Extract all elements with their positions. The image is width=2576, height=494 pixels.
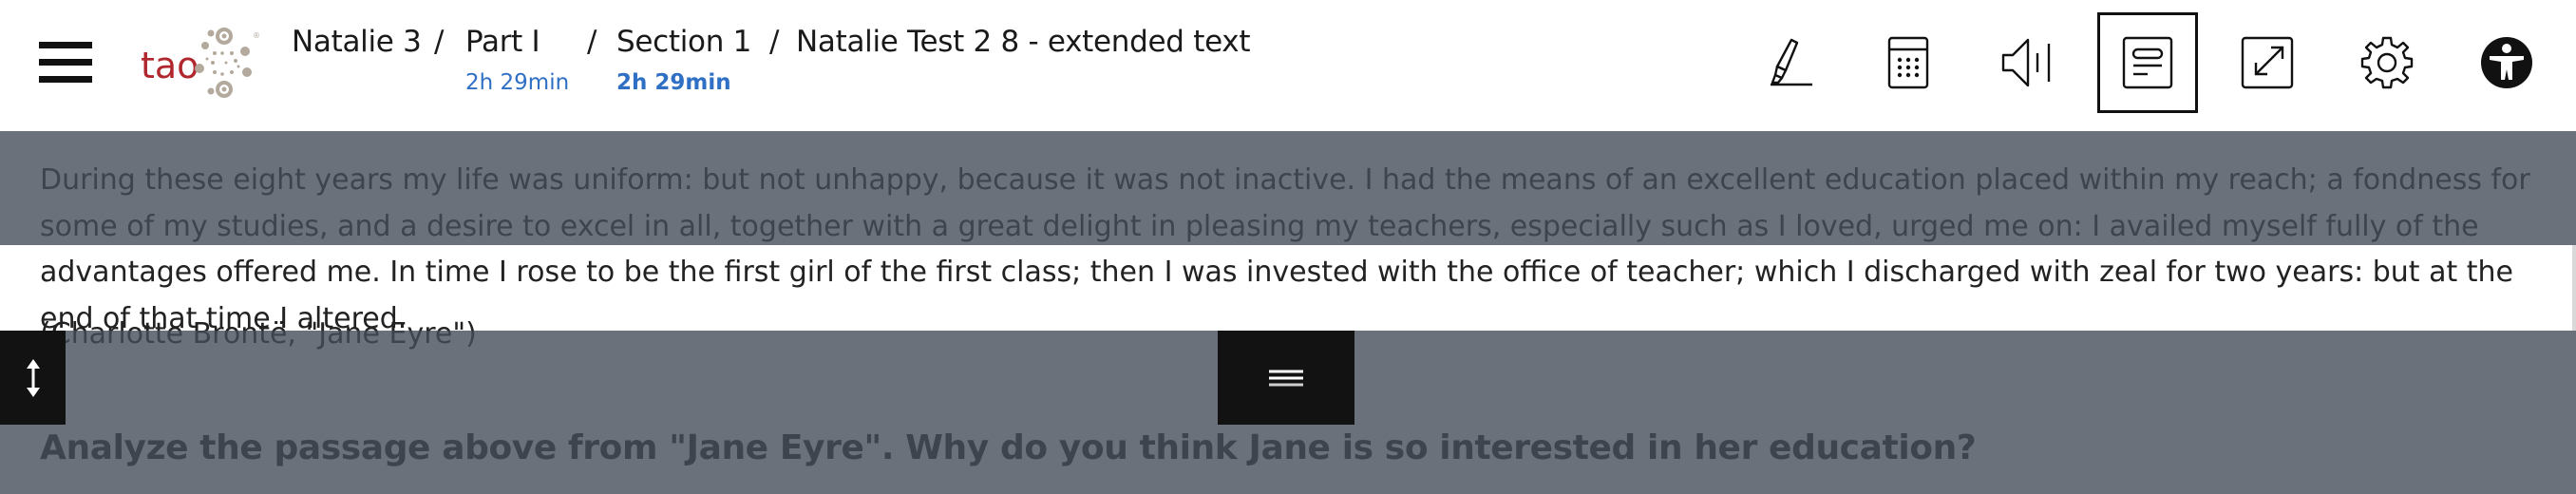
svg-text:®: ® [253,31,260,40]
accessibility-icon [2481,37,2532,88]
highlighter-button[interactable] [1741,12,1842,113]
vertical-resize-icon [26,358,40,397]
scrollbar-track[interactable] [2572,245,2576,331]
breadcrumb-part: Part I [465,25,540,59]
test-runner-header: tao ® Natalie 3 / Part I 2h 29min / Sect… [0,0,2576,131]
fullscreen-button[interactable] [2217,12,2318,113]
logo-text: tao [141,45,199,86]
speaker-icon [2001,38,2051,87]
calculator-button[interactable] [1858,12,1959,113]
line-reader-mask-top [0,131,2576,245]
gear-icon [2360,36,2414,89]
expand-icon [2241,36,2294,89]
part-timer: 2h 29min [465,70,570,95]
breadcrumb-separator: / [769,25,780,59]
breadcrumb-item: Natalie Test 2 8 - extended text [796,25,1251,59]
highlighter-icon [1771,38,1812,86]
accessibility-button[interactable] [2456,12,2557,113]
breadcrumb-separator: / [434,25,445,59]
breadcrumb-test: Natalie 3 [292,25,422,59]
breadcrumb-separator: / [587,25,597,59]
drag-handle-icon [1269,370,1303,386]
hamburger-menu-icon[interactable] [39,42,92,84]
section-timer: 2h 29min [616,70,731,95]
tao-logo: tao ® [141,25,264,101]
line-reader-icon [2122,36,2173,89]
calculator-icon [1887,36,1929,89]
line-reader-move-handle[interactable] [1218,331,1354,425]
settings-button[interactable] [2337,12,2437,113]
breadcrumb-section: Section 1 [616,25,752,59]
text-to-speech-button[interactable] [1978,12,2078,113]
line-reader-resize-handle[interactable] [0,331,66,425]
line-reader-button[interactable] [2097,12,2198,113]
